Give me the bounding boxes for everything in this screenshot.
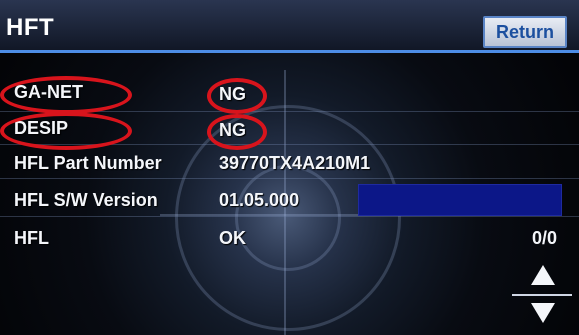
triangle-down-icon: [531, 303, 555, 323]
highlight-circle-ga-net-label: [0, 76, 132, 114]
hfl-label: HFL: [14, 228, 49, 248]
highlight-circle-desip-value: [207, 114, 267, 150]
scroll-down-button[interactable]: [518, 298, 568, 328]
progress-bar: [358, 184, 562, 216]
hfl-part-number-label: HFL Part Number: [14, 153, 162, 173]
hfl-value: OK: [219, 228, 246, 248]
triangle-up-icon: [531, 265, 555, 285]
row-separator: [0, 178, 579, 179]
scroll-up-button[interactable]: [518, 260, 568, 290]
row-separator: [0, 216, 579, 217]
page-title: HFT: [6, 14, 55, 41]
page-counter: 0/0: [532, 228, 558, 248]
highlight-circle-desip-label: [0, 112, 132, 150]
screen: HFT Return GA-NET NG DESIP NG HFL Part N…: [0, 0, 579, 335]
highlight-circle-ga-net-value: [207, 78, 267, 114]
background-ring-inner: [235, 165, 341, 271]
return-button[interactable]: Return: [483, 16, 567, 48]
hfl-sw-version-label: HFL S/W Version: [14, 190, 158, 210]
title-bar: HFT Return: [0, 0, 579, 53]
hfl-part-number-value: 39770TX4A210M1: [219, 153, 371, 173]
scroll-arrow-separator: [512, 294, 572, 296]
hfl-sw-version-value: 01.05.000: [219, 190, 300, 210]
